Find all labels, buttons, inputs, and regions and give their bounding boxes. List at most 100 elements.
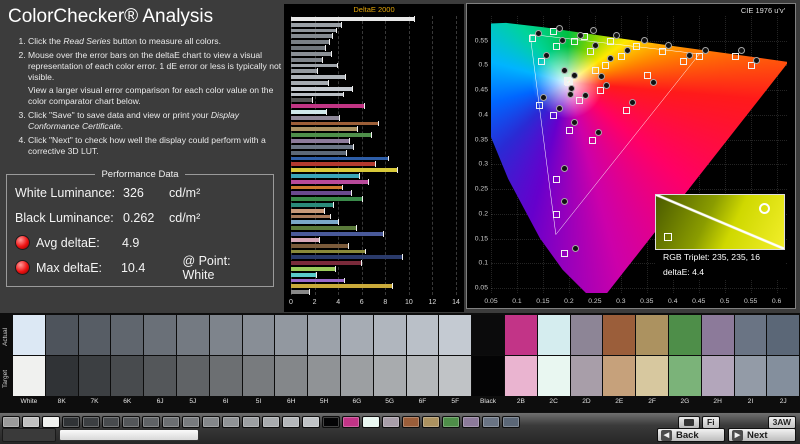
- deltae-bar[interactable]: [291, 242, 349, 249]
- deltae-bar[interactable]: [291, 132, 373, 138]
- back-button[interactable]: ◀ Back: [657, 428, 725, 442]
- deltae-bar[interactable]: [291, 184, 343, 191]
- patch-palette-button[interactable]: [242, 416, 260, 428]
- black-luminance-row: Black Luminance: 0.262 cd/m²: [15, 205, 265, 230]
- deltae-bar[interactable]: [291, 50, 333, 57]
- deltae-bar[interactable]: [291, 219, 340, 226]
- patch-palette-button[interactable]: [282, 416, 300, 428]
- deltae-bar[interactable]: [291, 74, 347, 80]
- patch-palette-button[interactable]: [202, 416, 220, 428]
- deltae-bar[interactable]: [291, 39, 330, 45]
- deltae-bar[interactable]: [291, 260, 362, 266]
- deltae-bar[interactable]: [291, 143, 355, 150]
- patch-palette-button[interactable]: [502, 416, 520, 428]
- deltae-bar[interactable]: [291, 97, 314, 103]
- patch-palette-button[interactable]: [482, 416, 500, 428]
- deltae-bar[interactable]: [291, 85, 354, 92]
- deltae-bar[interactable]: [291, 21, 341, 28]
- axis-tick-label: 0.25: [474, 185, 488, 193]
- instruction-text: Click "Save" to save data and view or pr…: [28, 110, 211, 120]
- axis-tick-label: 0.35: [474, 136, 488, 144]
- patch-name-label: 2D: [582, 398, 591, 405]
- deltae-bar[interactable]: [291, 277, 346, 284]
- patch-name-label: 2E: [615, 398, 624, 405]
- target-swatch: [636, 356, 668, 396]
- patch-palette-button[interactable]: [62, 416, 80, 428]
- deltae-bar[interactable]: [291, 161, 376, 167]
- deltae-bar[interactable]: [291, 45, 327, 51]
- patch-palette-button[interactable]: [222, 416, 240, 428]
- deltae-bar[interactable]: [291, 283, 394, 289]
- deltae-bar[interactable]: [291, 68, 318, 74]
- deltae-bar[interactable]: [291, 56, 323, 63]
- deltae-bar[interactable]: [291, 265, 336, 272]
- deltae-bar[interactable]: [291, 172, 361, 179]
- patch-palette-button[interactable]: [462, 416, 480, 428]
- fi-button[interactable]: Fi: [702, 415, 720, 429]
- patch-palette-button[interactable]: [102, 416, 120, 428]
- target-swatch: [701, 356, 734, 396]
- deltae-bar[interactable]: [291, 138, 350, 144]
- patch-palette-button[interactable]: [82, 416, 100, 428]
- deltae-bar[interactable]: [291, 190, 353, 196]
- deltae-bar[interactable]: [291, 289, 310, 295]
- deltae-bar[interactable]: [291, 207, 325, 214]
- deltae-bar[interactable]: [291, 149, 348, 156]
- performance-data-panel: Performance Data White Luminance: 326 cd…: [6, 169, 274, 287]
- patch-palette-button[interactable]: [442, 416, 460, 428]
- patch-palette-button[interactable]: [342, 416, 360, 428]
- deltae-bar[interactable]: [291, 16, 415, 22]
- patch-palette-button[interactable]: [322, 416, 340, 428]
- deltae-bar[interactable]: [291, 178, 369, 185]
- deltae-bar[interactable]: [291, 271, 317, 278]
- deltae-bar[interactable]: [291, 120, 380, 127]
- display-select-button[interactable]: [678, 415, 701, 429]
- patch-palette-button[interactable]: [2, 416, 20, 428]
- patch-palette-button[interactable]: [122, 416, 140, 428]
- deltae-bar[interactable]: [291, 109, 328, 115]
- patch-name-label: 2B: [516, 398, 525, 405]
- patch-palette-button[interactable]: [22, 416, 40, 428]
- patch-palette-button[interactable]: [302, 416, 320, 428]
- deltae-bar[interactable]: [291, 213, 331, 220]
- deltae-bar[interactable]: [291, 114, 341, 121]
- patch-palette-button[interactable]: [382, 416, 400, 428]
- patch-palette-button[interactable]: [402, 416, 420, 428]
- deltae-bar[interactable]: [291, 225, 357, 231]
- deltae-bar[interactable]: [291, 33, 334, 40]
- patch-palette-button[interactable]: [42, 416, 60, 428]
- status-blank-button[interactable]: [59, 429, 199, 441]
- deltae-bar[interactable]: [291, 27, 337, 34]
- deltae-bar[interactable]: [291, 126, 358, 133]
- patch-palette-button[interactable]: [162, 416, 180, 428]
- patch-palette-button[interactable]: [262, 416, 280, 428]
- patch-palette-button[interactable]: [362, 416, 380, 428]
- comparator-column: 2G: [668, 315, 701, 412]
- deltae-bar[interactable]: [291, 231, 384, 237]
- patch-palette-button[interactable]: [182, 416, 200, 428]
- deltae-bar[interactable]: [291, 254, 403, 260]
- target-swatch: [209, 356, 242, 396]
- white-luminance-row: White Luminance: 326 cd/m²: [15, 180, 265, 205]
- deltae-bar[interactable]: [291, 202, 335, 208]
- target-swatch: [111, 356, 144, 396]
- axis-tick-label: 0.55: [474, 37, 488, 45]
- actual-swatch: [767, 315, 800, 355]
- deltae-bar[interactable]: [291, 248, 367, 255]
- patch-palette-button[interactable]: [422, 416, 440, 428]
- axis-tick-label: 0.45: [692, 298, 706, 305]
- deltae-bar[interactable]: [291, 62, 338, 69]
- actual-swatch: [176, 315, 209, 355]
- patch-palette-button[interactable]: [142, 416, 160, 428]
- aw-button[interactable]: 3AW: [767, 415, 796, 429]
- deltae-bar[interactable]: [291, 167, 399, 173]
- deltae-bar[interactable]: [291, 196, 363, 202]
- target-swatch: [668, 356, 701, 396]
- deltae-bar[interactable]: [291, 103, 366, 109]
- comparator-column: 2I: [734, 315, 767, 412]
- next-button[interactable]: ▶ Next: [728, 428, 796, 442]
- deltae-bar[interactable]: [291, 79, 329, 86]
- deltae-bar[interactable]: [291, 155, 389, 162]
- deltae-bar[interactable]: [291, 236, 321, 243]
- deltae-bar[interactable]: [291, 91, 344, 98]
